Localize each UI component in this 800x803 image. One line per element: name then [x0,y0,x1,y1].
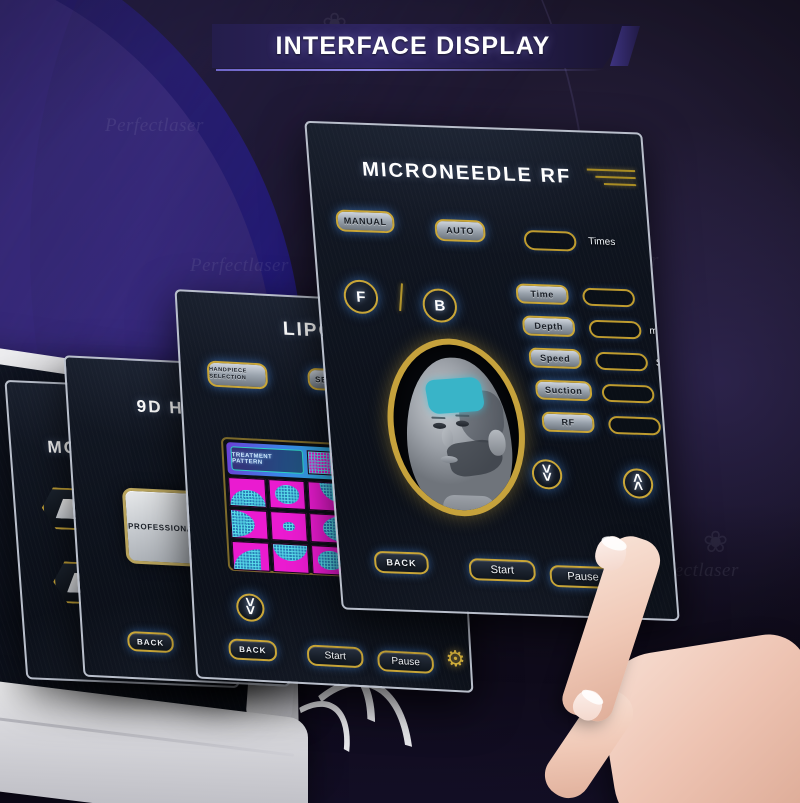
handpiece-selection-label: HANDPIECE SELECTION [208,366,248,382]
param-button-depth[interactable]: Depth [521,315,576,338]
pattern-cell[interactable] [231,540,271,572]
param-value-suction[interactable] [601,383,655,404]
back-button-label: BACK [136,636,165,648]
mode-f-button[interactable]: F [342,279,380,315]
banner-underline [216,69,606,71]
chevron-double-down-icon[interactable]: ˅ ˅ [530,458,564,490]
treatment-pattern-grid[interactable] [228,477,350,576]
fb-divider [399,283,403,312]
pause-button-lipo[interactable]: Pause [376,650,435,674]
panel-title-microneedle-rf: MICRONEEDLE RF [361,158,573,188]
treatment-pattern-title: TREATMENT PATTERN [230,446,305,475]
device-base-seam [0,713,294,757]
chevron-double-up-icon[interactable]: ˄ ˄ [621,468,655,499]
param-value-rf[interactable] [607,415,662,436]
param-button-time[interactable]: Time [515,283,570,306]
start-button-label: Start [324,650,347,663]
face-brow [455,414,470,418]
param-label: Time [530,288,555,300]
param-value-depth[interactable] [588,319,643,340]
pattern-cell[interactable] [228,477,267,508]
page-title: INTERFACE DISPLAY [275,31,551,60]
back-button-microneedle[interactable]: BACK [373,550,430,575]
mode-b-button[interactable]: B [421,287,459,324]
mode-b-label: B [433,296,446,315]
param-value-time[interactable] [581,287,636,308]
menu-lines-icon[interactable] [586,168,637,191]
pattern-cell[interactable] [269,511,309,542]
face-neck [442,494,498,519]
manual-mode-button[interactable]: MANUAL [335,209,396,234]
param-label: Suction [544,384,583,397]
face-ear [487,429,507,456]
pattern-cell[interactable] [229,508,269,540]
back-button-label: BACK [385,557,417,569]
face-brow [431,416,446,420]
chevron-double-down-icon[interactable]: ˅ ˅ [235,592,266,623]
treatment-pattern-header: TREATMENT PATTERN [226,442,345,481]
mode-f-label: F [355,288,367,306]
start-button-label: Start [490,563,515,577]
param-label: RF [561,417,576,428]
back-button-9d[interactable]: BACK [126,630,175,654]
param-label: Speed [539,352,571,364]
times-unit-label: Times [587,236,616,249]
face-model [400,356,518,519]
pattern-cell[interactable] [267,479,307,510]
gear-icon[interactable]: ⚙ [445,646,466,672]
face-eye [455,420,470,427]
auto-mode-label: AUTO [445,225,475,237]
param-value-speed[interactable] [594,351,649,372]
pointing-hand [536,520,800,803]
param-button-speed[interactable]: Speed [528,347,583,370]
start-button-microneedle[interactable]: Start [468,558,537,583]
page-header-banner: INTERFACE DISPLAY [212,24,640,71]
handpiece-selection-button[interactable]: HANDPIECE SELECTION [206,360,269,390]
manual-mode-label: MANUAL [343,215,387,228]
back-button-lipo[interactable]: BACK [228,638,278,662]
back-button-label: BACK [238,644,267,656]
pattern-cell[interactable] [271,543,310,574]
pause-button-label: Pause [391,655,421,669]
times-input[interactable] [523,229,578,252]
param-button-suction[interactable]: Suction [534,379,593,402]
auto-mode-button[interactable]: AUTO [434,218,487,243]
treatment-zone-highlight[interactable] [423,376,486,415]
face-treatment-preview[interactable] [381,336,532,519]
start-button-lipo[interactable]: Start [306,644,364,669]
param-button-rf[interactable]: RF [541,411,596,434]
param-label: Depth [534,320,564,332]
face-eye [432,422,447,429]
